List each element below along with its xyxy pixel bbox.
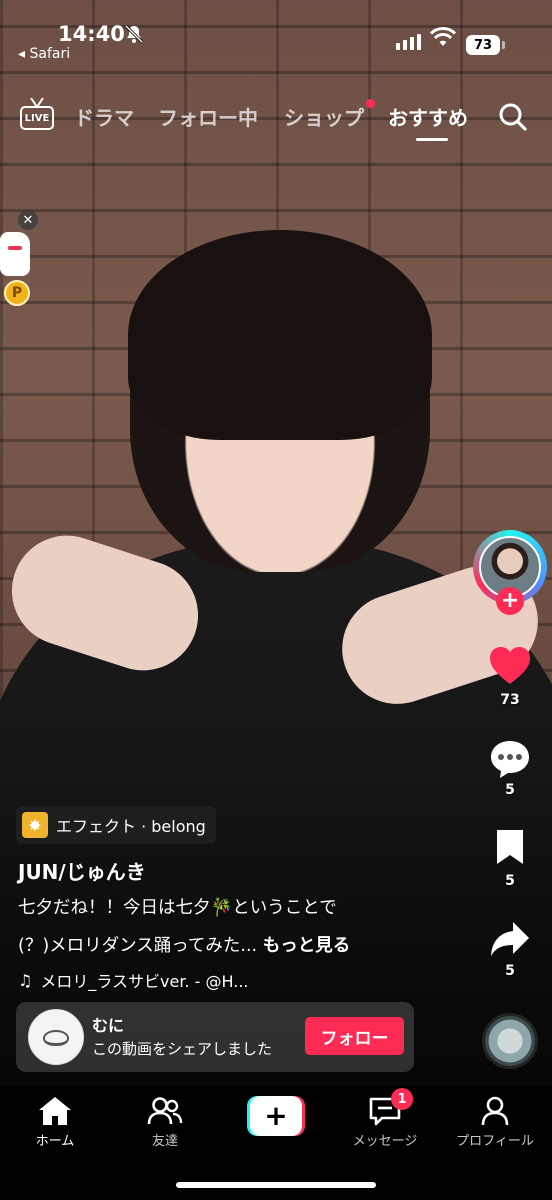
- tab-friends[interactable]: 友達: [110, 1096, 220, 1149]
- like-count: 73: [500, 692, 520, 708]
- tab-for-you[interactable]: おすすめ: [388, 102, 468, 131]
- friends-icon: [147, 1097, 183, 1125]
- music-line[interactable]: ♫ メロリ_ラスサビver. - @H...: [18, 968, 249, 992]
- coin-icon[interactable]: P: [4, 280, 30, 306]
- follow-plus-button[interactable]: +: [496, 587, 524, 615]
- share-count: 5: [505, 963, 515, 979]
- create-plus-icon: +: [250, 1096, 302, 1136]
- tab-messages-label: メッセージ: [352, 1134, 418, 1149]
- bell-muted-icon: [124, 24, 144, 49]
- follow-button[interactable]: フォロー: [305, 1017, 404, 1055]
- post-description-text: (？)メロリダンス踊ってみた...: [18, 936, 258, 956]
- wifi-icon: [429, 26, 457, 52]
- bookmark-icon[interactable]: [494, 828, 526, 870]
- effect-chip[interactable]: ✸ エフェクト · belong: [16, 806, 216, 844]
- tab-profile[interactable]: プロフィール: [440, 1096, 550, 1149]
- share-arrow-icon[interactable]: [489, 920, 531, 962]
- live-label: LIVE: [20, 106, 54, 130]
- live-tv-icon[interactable]: LIVE: [20, 98, 56, 132]
- effect-sparkle-icon: ✸: [22, 812, 48, 838]
- home-indicator: [176, 1182, 376, 1188]
- music-disc-icon[interactable]: [482, 1013, 538, 1069]
- status-bar: 14:40 ◂ Safari 73: [0, 0, 552, 70]
- music-title: メロリ_ラスサビver. - @H...: [40, 972, 249, 991]
- shop-notification-dot: [366, 99, 375, 108]
- post-description-line1: 七夕だね！！今日は七夕🎋ということで: [18, 898, 337, 918]
- tab-friends-label: 友達: [151, 1134, 178, 1149]
- share-message: この動画をシェアしました: [92, 1040, 273, 1058]
- comment-icon[interactable]: [489, 738, 531, 784]
- music-note-icon: ♫: [18, 970, 33, 990]
- effect-label: エフェクト · belong: [56, 817, 206, 836]
- tab-following[interactable]: フォロー中: [158, 102, 258, 131]
- post-description-line2: (？)メロリダンス踊ってみた... もっと見る: [18, 932, 350, 957]
- search-icon[interactable]: [498, 102, 528, 136]
- active-tab-underline: [416, 138, 448, 141]
- battery-tip: [502, 41, 505, 49]
- video-player[interactable]: [0, 0, 552, 1086]
- message-count-badge: 1: [391, 1088, 413, 1110]
- see-more-link[interactable]: もっと見る: [263, 936, 351, 956]
- shared-by-card[interactable]: むに この動画をシェアしました フォロー: [16, 1002, 414, 1072]
- video-subject-hair: [128, 230, 432, 440]
- status-time: 14:40: [58, 22, 125, 46]
- tab-messages[interactable]: メッセージ: [330, 1096, 440, 1149]
- lucky-cat-icon[interactable]: [0, 232, 30, 276]
- tab-profile-label: プロフィール: [456, 1134, 534, 1149]
- bookmark-count: 5: [505, 873, 515, 889]
- back-to-safari-link[interactable]: ◂ Safari: [18, 46, 70, 62]
- heart-icon[interactable]: [489, 646, 531, 690]
- close-icon[interactable]: ✕: [18, 210, 38, 230]
- tab-home-label: ホーム: [35, 1134, 75, 1149]
- home-icon: [39, 1097, 71, 1125]
- sharer-name: むに: [92, 1016, 125, 1035]
- tab-shop[interactable]: ショップ: [284, 102, 364, 131]
- tab-home[interactable]: ホーム: [0, 1096, 110, 1149]
- create-post-button[interactable]: +: [247, 1096, 305, 1136]
- sharer-avatar[interactable]: [28, 1009, 84, 1065]
- tab-drama[interactable]: ドラマ: [74, 102, 134, 131]
- author-name[interactable]: JUN/じゅんき: [18, 856, 146, 885]
- profile-icon: [481, 1096, 509, 1126]
- comment-count: 5: [505, 782, 515, 798]
- cellular-signal-icon: [396, 30, 421, 50]
- battery-indicator: 73: [466, 35, 500, 55]
